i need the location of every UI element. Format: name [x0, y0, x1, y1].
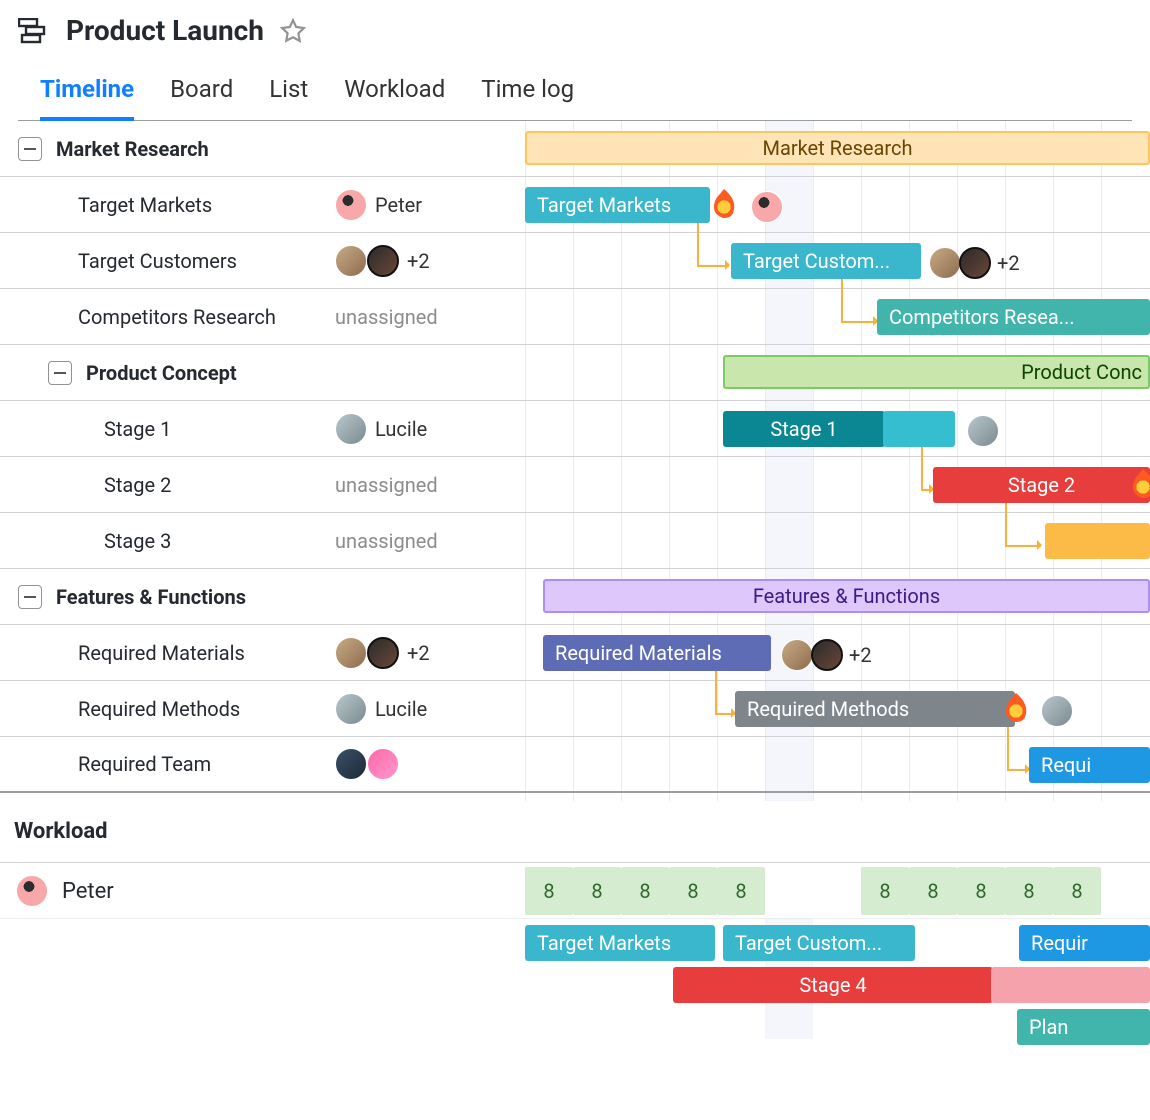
task-row[interactable]: Required Team — [0, 737, 525, 793]
avatar — [967, 415, 999, 447]
bar-stage-1-ext[interactable] — [883, 411, 955, 447]
gantt-icon — [18, 18, 50, 44]
avatar — [367, 245, 399, 277]
wl-bar-plan[interactable]: Plan — [1017, 1009, 1150, 1045]
group-row-market-research[interactable]: Market Research — [0, 121, 525, 177]
wl-bar-requir[interactable]: Requir — [1019, 925, 1150, 961]
bar-stage-3[interactable] — [1045, 523, 1150, 559]
avatar — [1041, 695, 1073, 727]
task-row[interactable]: Stage 1 Lucile — [0, 401, 525, 457]
avatar — [959, 247, 991, 279]
task-row[interactable]: Stage 2 unassigned — [0, 457, 525, 513]
tab-timeline[interactable]: Timeline — [40, 75, 134, 121]
avatar — [367, 748, 399, 780]
bar-competitors-research[interactable]: Competitors Resea... — [877, 299, 1150, 335]
bar-target-markets[interactable]: Target Markets — [525, 187, 710, 223]
bar-stage-1[interactable]: Stage 1 — [723, 411, 885, 447]
task-row[interactable]: Target Markets Peter — [0, 177, 525, 233]
tabs: Timeline Board List Workload Time log — [18, 75, 1132, 121]
tab-list[interactable]: List — [269, 75, 308, 120]
avatar — [335, 748, 367, 780]
tab-board[interactable]: Board — [170, 75, 233, 120]
task-row[interactable]: Required Methods Lucile — [0, 681, 525, 737]
avatar — [335, 637, 367, 669]
workload-heading: Workload — [0, 801, 1150, 863]
group-bar-market-research[interactable]: Market Research — [525, 131, 1150, 165]
bar-required-methods[interactable]: Required Methods — [735, 691, 1015, 727]
task-row[interactable]: Target Customers +2 — [0, 233, 525, 289]
avatar — [335, 189, 367, 221]
page-title: Product Launch — [66, 14, 264, 47]
avatar — [929, 247, 961, 279]
avatar — [335, 245, 367, 277]
task-row[interactable]: Stage 3 unassigned — [0, 513, 525, 569]
avatar — [367, 637, 399, 669]
bar-target-customers[interactable]: Target Custom... — [731, 243, 921, 279]
wl-bar-stage-4-ext[interactable] — [991, 967, 1150, 1003]
collapse-button[interactable] — [18, 137, 42, 161]
extra-count: +2 — [997, 251, 1020, 275]
star-icon[interactable] — [280, 18, 306, 44]
tab-workload[interactable]: Workload — [344, 75, 445, 120]
avatar — [16, 875, 48, 907]
bar-stage-2[interactable]: Stage 2 — [933, 467, 1150, 503]
tab-timelog[interactable]: Time log — [481, 75, 574, 120]
avatar — [811, 639, 843, 671]
group-bar-product-concept[interactable]: Product Conc — [723, 355, 1150, 389]
flame-icon — [711, 189, 737, 219]
group-bar-features[interactable]: Features & Functions — [543, 579, 1150, 613]
task-row[interactable]: Competitors Research unassigned — [0, 289, 525, 345]
avatar — [335, 413, 367, 445]
extra-count: +2 — [849, 643, 872, 667]
collapse-button[interactable] — [48, 361, 72, 385]
group-row-product-concept[interactable]: Product Concept — [0, 345, 525, 401]
avatar — [335, 693, 367, 725]
collapse-button[interactable] — [18, 585, 42, 609]
wl-bar-stage-4[interactable]: Stage 4 — [673, 967, 993, 1003]
task-row[interactable]: Required Materials +2 — [0, 625, 525, 681]
wl-bar-target-markets[interactable]: Target Markets — [525, 925, 715, 961]
bar-required-materials[interactable]: Required Materials — [543, 635, 771, 671]
bar-required-team[interactable]: Requi — [1029, 747, 1150, 783]
wl-bar-target-customers[interactable]: Target Custom... — [723, 925, 915, 961]
avatar — [751, 191, 783, 223]
workload-hours: 8 8 8 8 8 8 8 8 8 8 — [525, 865, 1150, 917]
avatar — [781, 639, 813, 671]
group-row-features[interactable]: Features & Functions — [0, 569, 525, 625]
